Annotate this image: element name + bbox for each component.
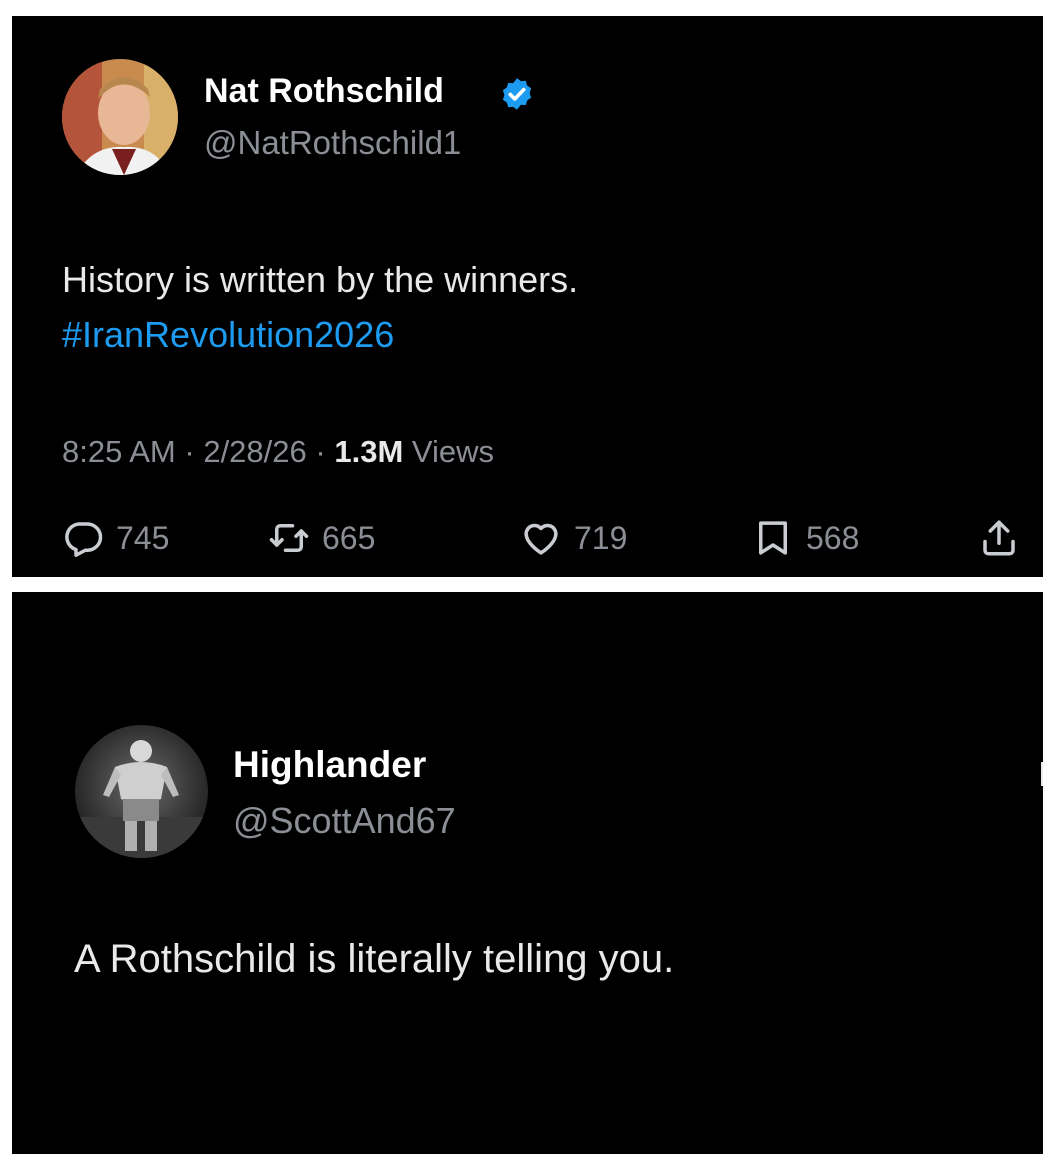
profile-photo bbox=[75, 725, 208, 858]
avatar[interactable] bbox=[62, 59, 178, 175]
profile-photo bbox=[62, 59, 178, 175]
display-name[interactable]: Highlander bbox=[233, 744, 426, 786]
reply-button[interactable]: 745 bbox=[62, 516, 169, 560]
repost-count: 665 bbox=[322, 519, 376, 556]
verified-badge-icon bbox=[502, 78, 532, 110]
reply-count: 745 bbox=[116, 519, 170, 556]
tweet-text: History is written by the winners. bbox=[62, 259, 579, 300]
heart-icon bbox=[524, 523, 558, 555]
user-handle[interactable]: @NatRothschild1 bbox=[204, 124, 461, 162]
reply-text: A Rothschild is literally telling you. bbox=[74, 937, 675, 981]
views-label: Views bbox=[411, 434, 495, 469]
display-name[interactable]: Nat Rothschild bbox=[204, 72, 444, 111]
reply-panel: Highlander @ScottAnd67 A Rothschild is l… bbox=[12, 592, 1043, 1154]
repost-button[interactable]: 665 bbox=[268, 516, 375, 560]
bookmark-button[interactable]: 568 bbox=[752, 516, 859, 560]
tweet-time[interactable]: 8:25 AM bbox=[62, 434, 176, 469]
user-handle[interactable]: @ScottAnd67 bbox=[233, 800, 456, 842]
like-count: 719 bbox=[574, 519, 628, 556]
share-icon bbox=[983, 520, 1015, 556]
views-count: 1.3M bbox=[334, 434, 404, 469]
repost-icon bbox=[269, 524, 309, 552]
bookmark-count: 568 bbox=[806, 519, 860, 556]
tweet-metadata: 8:25 AM · 2/28/26 · 1.3M Views bbox=[62, 434, 494, 470]
share-button[interactable] bbox=[978, 516, 1020, 560]
separator: · bbox=[315, 434, 326, 469]
tweet-panel: Nat Rothschild @NatRothschild1 History i… bbox=[12, 16, 1043, 577]
bookmark-icon bbox=[759, 521, 787, 555]
like-button[interactable]: 719 bbox=[520, 516, 627, 560]
separator: · bbox=[184, 434, 195, 469]
more-menu-edge[interactable] bbox=[1041, 762, 1043, 786]
reply-icon bbox=[65, 522, 103, 557]
hashtag-link[interactable]: #IranRevolution2026 bbox=[62, 307, 394, 363]
avatar[interactable] bbox=[75, 725, 208, 858]
tweet-date[interactable]: 2/28/26 bbox=[203, 434, 306, 469]
